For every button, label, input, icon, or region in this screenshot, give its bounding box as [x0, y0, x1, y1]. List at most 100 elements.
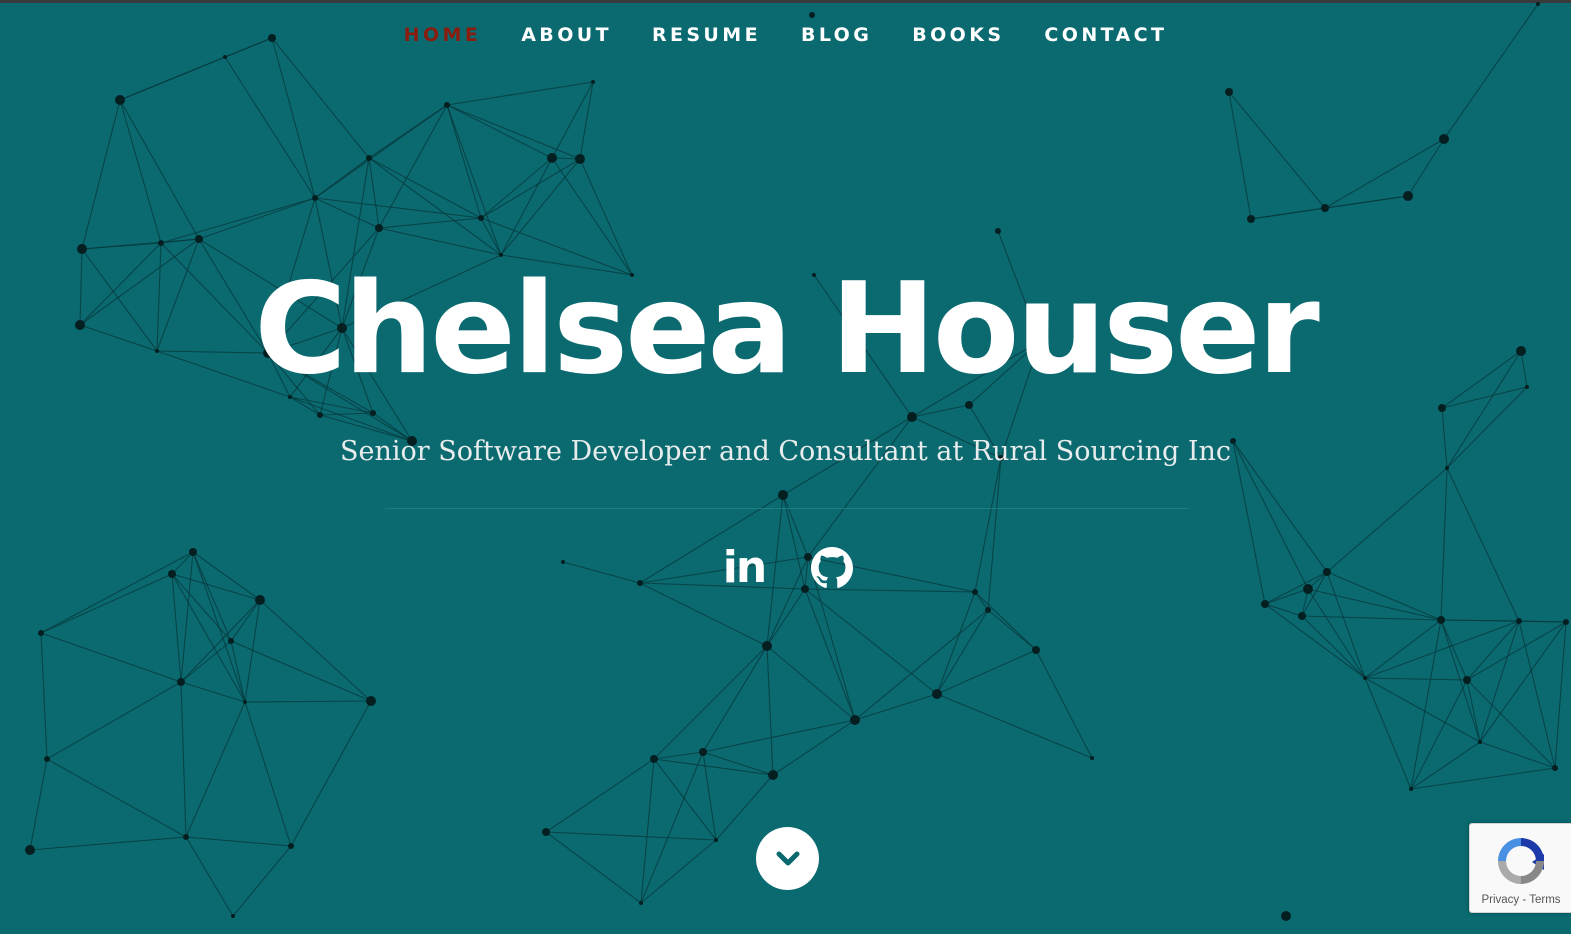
network-link: [171, 573, 182, 683]
network-link: [160, 197, 316, 244]
network-node: [195, 235, 203, 243]
network-link: [936, 693, 1093, 759]
network-link: [1440, 619, 1468, 681]
network-link: [1446, 467, 1520, 622]
network-node: [1516, 618, 1522, 624]
network-link: [1250, 207, 1326, 220]
network-node: [1225, 88, 1233, 96]
network-node: [370, 410, 376, 416]
network-link: [545, 831, 717, 841]
nav-resume[interactable]: RESUME: [652, 24, 761, 46]
github-link[interactable]: [808, 544, 856, 592]
network-node: [375, 224, 383, 232]
main-nav: HOME ABOUT RESUME BLOG BOOKS CONTACT: [0, 24, 1571, 46]
network-node: [1090, 756, 1094, 760]
recaptcha-privacy-link[interactable]: Privacy: [1481, 894, 1519, 906]
network-node: [650, 755, 658, 763]
network-node: [1298, 612, 1306, 620]
network-link: [1035, 649, 1093, 759]
network-node: [25, 845, 35, 855]
recaptcha-icon: [1498, 838, 1544, 884]
scroll-down-button[interactable]: [756, 827, 819, 890]
network-link: [81, 242, 162, 250]
network-link: [244, 700, 372, 703]
network-link: [314, 197, 482, 219]
nav-blog[interactable]: BLOG: [801, 24, 872, 46]
network-link: [446, 104, 581, 160]
network-link: [319, 412, 374, 416]
network-link: [1410, 741, 1481, 790]
network-node: [637, 580, 643, 586]
network-link: [1326, 571, 1442, 621]
network-link: [40, 551, 194, 634]
network-node: [158, 240, 164, 246]
network-link: [81, 99, 121, 250]
network-link: [702, 751, 774, 776]
network-node: [115, 95, 125, 105]
nav-home[interactable]: HOME: [404, 24, 482, 46]
network-node: [44, 756, 50, 762]
chevron-down-icon: [776, 851, 799, 865]
network-link: [1307, 588, 1366, 679]
network-link: [715, 774, 774, 841]
network-link: [1407, 138, 1445, 197]
network-link: [1326, 467, 1448, 573]
network-link: [259, 599, 372, 702]
network-link: [232, 845, 292, 917]
network-node: [1321, 204, 1329, 212]
network-node: [312, 195, 318, 201]
network-node: [714, 838, 718, 842]
network-node: [1463, 676, 1471, 684]
nav-contact[interactable]: CONTACT: [1044, 24, 1167, 46]
recaptcha-badge[interactable]: Privacy - Terms: [1469, 823, 1571, 913]
network-node: [1247, 215, 1255, 223]
linkedin-link[interactable]: in: [720, 544, 768, 592]
network-node: [768, 770, 778, 780]
network-link: [180, 681, 187, 838]
network-link: [1326, 571, 1366, 679]
network-link: [766, 588, 806, 647]
network-link: [119, 56, 226, 101]
network-node: [444, 102, 450, 108]
network-link: [378, 217, 482, 229]
network-link: [1364, 620, 1520, 679]
network-node: [778, 490, 788, 500]
network-node: [366, 696, 376, 706]
network-link: [1479, 620, 1520, 743]
network-link: [1479, 621, 1567, 743]
network-link: [480, 217, 502, 256]
network-node: [1478, 740, 1482, 744]
network-node: [972, 589, 978, 595]
network-link: [974, 457, 1002, 593]
network-node: [1563, 619, 1569, 625]
network-link: [29, 758, 48, 851]
network-link: [40, 632, 182, 683]
network-node: [189, 548, 197, 556]
network-link: [185, 836, 292, 847]
network-link: [1364, 677, 1468, 681]
hero-name: Chelsea Houser: [254, 255, 1319, 402]
network-link: [1466, 620, 1520, 681]
recaptcha-separator: -: [1522, 894, 1527, 906]
network-node: [1032, 646, 1040, 654]
network-link: [1440, 467, 1448, 621]
network-node: [255, 595, 265, 605]
network-link: [1264, 603, 1303, 617]
network-node: [228, 638, 234, 644]
recaptcha-terms-link[interactable]: Terms: [1529, 894, 1560, 906]
nav-about[interactable]: ABOUT: [521, 24, 612, 46]
network-link: [640, 839, 717, 904]
network-link: [29, 836, 187, 851]
network-link: [1264, 603, 1366, 679]
network-node: [478, 215, 484, 221]
network-node: [1363, 676, 1367, 680]
network-link: [987, 609, 1037, 651]
network-link: [974, 591, 989, 611]
network-node: [223, 55, 227, 59]
network-link: [244, 701, 292, 847]
network-link: [987, 457, 1002, 611]
network-node: [1437, 616, 1445, 624]
network-link: [480, 157, 553, 219]
network-link: [936, 591, 976, 695]
nav-books[interactable]: BOOKS: [912, 24, 1004, 46]
